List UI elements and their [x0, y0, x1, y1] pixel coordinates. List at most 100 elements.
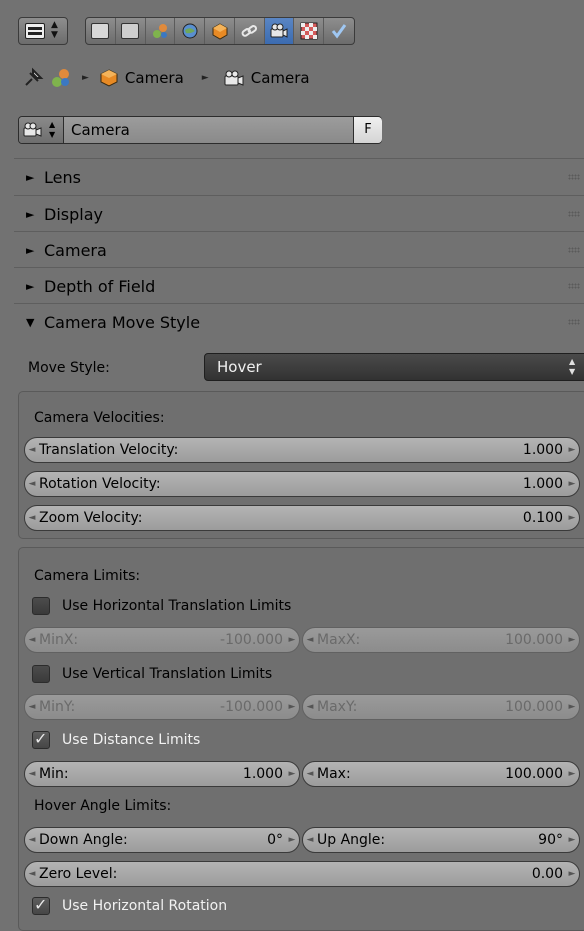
maxy-field[interactable]: ◄ MaxY: 100.000 ►: [302, 694, 580, 720]
drag-handle-icon[interactable]: [568, 211, 580, 217]
triangle-right-icon: ►: [26, 208, 35, 221]
use-vertical-limits-checkbox[interactable]: [32, 665, 50, 683]
use-vertical-limits-label[interactable]: Use Vertical Translation Limits: [62, 666, 272, 682]
field-label: Max:: [317, 766, 351, 782]
minx-field[interactable]: ◄ MinX: -100.000 ►: [24, 627, 300, 653]
tab-render[interactable]: [86, 18, 116, 44]
object-cube-icon: [100, 69, 118, 87]
panel-camera[interactable]: ► Camera: [14, 233, 584, 268]
updown-arrows-icon: ▲ ▼: [569, 357, 576, 376]
arrow-left-icon[interactable]: ◄: [25, 769, 39, 779]
down-angle-field[interactable]: ◄ Down Angle: 0° ►: [24, 827, 300, 853]
miny-field[interactable]: ◄ MinY: -100.000 ►: [24, 694, 300, 720]
tab-render-layers[interactable]: [116, 18, 146, 44]
field-label: MinY:: [39, 699, 76, 715]
arrow-right-icon[interactable]: ►: [565, 635, 579, 645]
use-horizontal-rotation-checkbox[interactable]: [32, 895, 50, 915]
camera-data-icon: [224, 70, 244, 86]
tab-camera-data[interactable]: [264, 18, 295, 44]
drag-handle-icon[interactable]: [568, 319, 580, 325]
arrow-right-icon[interactable]: ►: [565, 702, 579, 712]
drag-handle-icon[interactable]: [568, 283, 580, 289]
arrow-right-icon[interactable]: ►: [285, 835, 299, 845]
context-tabs: [85, 17, 355, 45]
panel-lens[interactable]: ► Lens: [14, 160, 584, 195]
use-horizontal-limits-checkbox[interactable]: [32, 597, 50, 615]
use-distance-limits-checkbox[interactable]: [32, 729, 50, 749]
checkmark-logic-icon: [331, 24, 347, 39]
arrow-right-icon[interactable]: ►: [565, 479, 579, 489]
arrow-left-icon[interactable]: ◄: [303, 702, 317, 712]
arrow-right-icon[interactable]: ►: [565, 835, 579, 845]
arrow-left-icon[interactable]: ◄: [25, 869, 39, 879]
field-label: Min:: [39, 766, 69, 782]
tab-object[interactable]: [205, 18, 235, 44]
panel-display[interactable]: ► Display: [14, 197, 584, 232]
field-value: 90°: [538, 832, 563, 848]
maxx-field[interactable]: ◄ MaxX: 100.000 ►: [302, 627, 580, 653]
tab-texture[interactable]: [294, 18, 325, 44]
use-horizontal-rotation-label[interactable]: Use Horizontal Rotation: [62, 898, 227, 914]
hover-angle-limits-title: Hover Angle Limits:: [34, 798, 172, 814]
arrow-left-icon[interactable]: ◄: [303, 635, 317, 645]
arrow-right-icon[interactable]: ►: [565, 445, 579, 455]
rotation-velocity-field[interactable]: ◄ Rotation Velocity: 1.000 ►: [24, 471, 580, 497]
editor-type-button[interactable]: ▲ ▼: [18, 17, 68, 45]
panel-depth-of-field[interactable]: ► Depth of Field: [14, 269, 584, 304]
arrow-right-icon[interactable]: ►: [285, 635, 299, 645]
pin-icon[interactable]: [22, 67, 44, 89]
max-distance-field[interactable]: ◄ Max: 100.000 ►: [302, 761, 580, 787]
arrow-left-icon[interactable]: ◄: [25, 635, 39, 645]
move-style-value: Hover: [217, 358, 262, 376]
arrow-right-icon[interactable]: ►: [285, 702, 299, 712]
drag-handle-icon[interactable]: [568, 247, 580, 253]
fake-user-button[interactable]: F: [353, 117, 382, 143]
constraint-link-icon: [241, 25, 258, 37]
tab-scene[interactable]: [146, 18, 176, 44]
arrow-left-icon[interactable]: ◄: [25, 835, 39, 845]
camera-data-icon: [270, 23, 288, 38]
tab-logic[interactable]: [324, 18, 354, 44]
arrow-right-icon[interactable]: ►: [565, 769, 579, 779]
up-angle-field[interactable]: ◄ Up Angle: 90° ►: [302, 827, 580, 853]
datablock-name[interactable]: Camera: [71, 121, 130, 139]
arrow-left-icon[interactable]: ◄: [25, 702, 39, 712]
arrow-left-icon[interactable]: ◄: [25, 445, 39, 455]
datablock-browse-button[interactable]: ▲ ▼: [19, 117, 64, 143]
zero-level-field[interactable]: ◄ Zero Level: 0.00 ►: [24, 861, 580, 887]
world-icon: [182, 23, 198, 39]
render-layers-icon: [121, 23, 140, 39]
min-distance-field[interactable]: ◄ Min: 1.000 ►: [24, 761, 300, 787]
field-label: MinX:: [39, 632, 79, 648]
panel-title: Depth of Field: [44, 277, 156, 296]
move-style-dropdown[interactable]: Hover ▲ ▼: [204, 353, 584, 381]
zoom-velocity-field[interactable]: ◄ Zoom Velocity: 0.100 ►: [24, 505, 580, 531]
tab-constraints[interactable]: [235, 18, 265, 44]
updown-arrows-icon: ▲ ▼: [51, 20, 58, 40]
field-label: Down Angle:: [39, 832, 128, 848]
arrow-right-icon[interactable]: ►: [285, 769, 299, 779]
use-distance-limits-label[interactable]: Use Distance Limits: [62, 732, 200, 748]
panel-camera-move-style[interactable]: ▼ Camera Move Style: [14, 305, 584, 340]
arrow-right-icon[interactable]: ►: [565, 869, 579, 879]
scene-icon: [52, 69, 69, 87]
camera-datablock-field[interactable]: ▲ ▼ Camera F: [18, 116, 382, 144]
camera-velocities-title: Camera Velocities:: [34, 410, 165, 426]
field-label: MaxY:: [317, 699, 358, 715]
arrow-left-icon[interactable]: ◄: [25, 513, 39, 523]
arrow-right-icon[interactable]: ►: [565, 513, 579, 523]
translation-velocity-field[interactable]: ◄ Translation Velocity: 1.000 ►: [24, 437, 580, 463]
chevron-right-icon: ►: [201, 73, 209, 83]
tab-world[interactable]: [175, 18, 206, 44]
field-value: 1.000: [522, 442, 563, 458]
triangle-right-icon: ►: [26, 244, 35, 257]
arrow-left-icon[interactable]: ◄: [303, 769, 317, 779]
field-label: Translation Velocity:: [39, 442, 179, 458]
drag-handle-icon[interactable]: [568, 174, 580, 180]
object-cube-icon: [212, 23, 228, 40]
arrow-left-icon[interactable]: ◄: [303, 835, 317, 845]
panel-title: Camera Move Style: [44, 313, 201, 332]
breadcrumb-data: Camera: [250, 69, 310, 87]
use-horizontal-limits-label[interactable]: Use Horizontal Translation Limits: [62, 598, 291, 614]
arrow-left-icon[interactable]: ◄: [25, 479, 39, 489]
